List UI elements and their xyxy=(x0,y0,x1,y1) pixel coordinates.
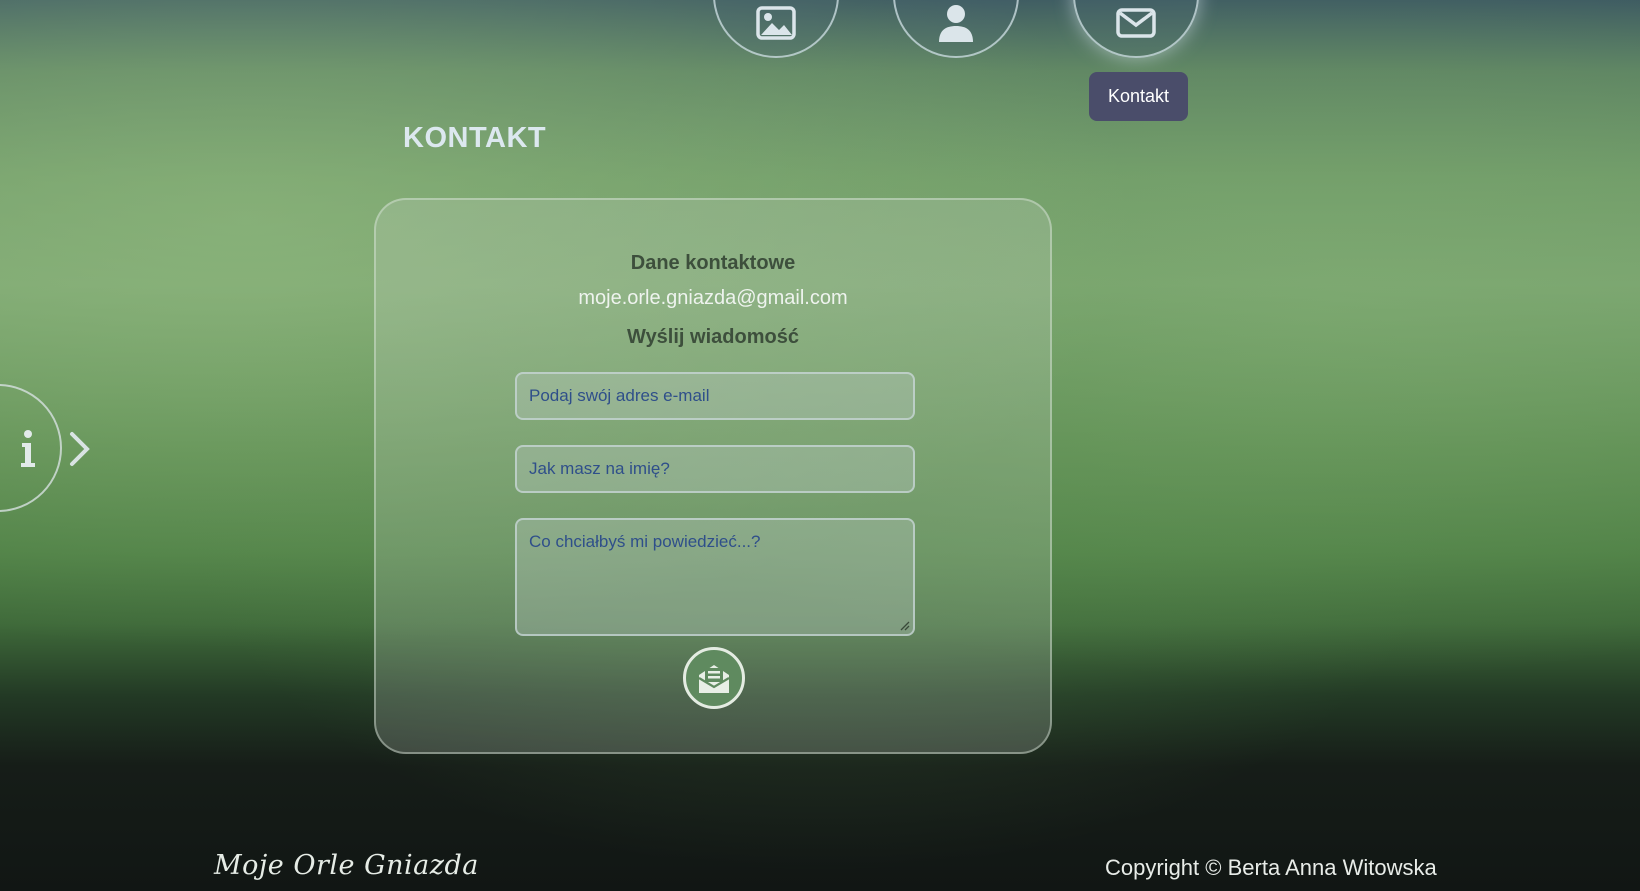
user-icon xyxy=(939,5,973,42)
footer-logo: Moje Orle Gniazda xyxy=(214,850,479,881)
email-placeholder: Podaj swój adres e-mail xyxy=(529,386,710,405)
nav-gallery-button[interactable] xyxy=(713,0,839,58)
nav-about-button[interactable] xyxy=(893,0,1019,58)
nav-tooltip: Kontakt xyxy=(1089,72,1188,121)
email-field[interactable]: Podaj swój adres e-mail xyxy=(515,372,915,420)
footer-copyright: Copyright © Berta Anna Witowska xyxy=(1105,855,1437,880)
contact-email[interactable]: moje.orle.gniazda@gmail.com xyxy=(376,287,1050,310)
info-icon xyxy=(21,430,35,467)
resize-handle-icon[interactable] xyxy=(900,621,910,631)
image-icon xyxy=(756,6,796,40)
message-placeholder: Co chciałbyś mi powiedzieć...? xyxy=(529,532,761,551)
nav-contact-button[interactable] xyxy=(1073,0,1199,58)
send-message-heading: Wyślij wiadomość xyxy=(627,326,799,348)
contact-details-heading: Dane kontaktowe xyxy=(630,252,796,274)
send-button[interactable] xyxy=(683,647,745,709)
contact-card: Dane kontaktowe moje.orle.gniazda@gmail.… xyxy=(374,198,1052,754)
page-title: KONTAKT xyxy=(403,122,547,154)
chevron-right-icon[interactable] xyxy=(68,430,92,468)
envelope-icon xyxy=(1116,8,1156,38)
envelope-open-icon xyxy=(698,665,730,693)
name-field[interactable]: Jak masz na imię? xyxy=(515,445,915,493)
message-textarea[interactable]: Co chciałbyś mi powiedzieć...? xyxy=(515,518,915,636)
info-tab-button[interactable] xyxy=(0,384,62,512)
name-placeholder: Jak masz na imię? xyxy=(529,459,670,478)
